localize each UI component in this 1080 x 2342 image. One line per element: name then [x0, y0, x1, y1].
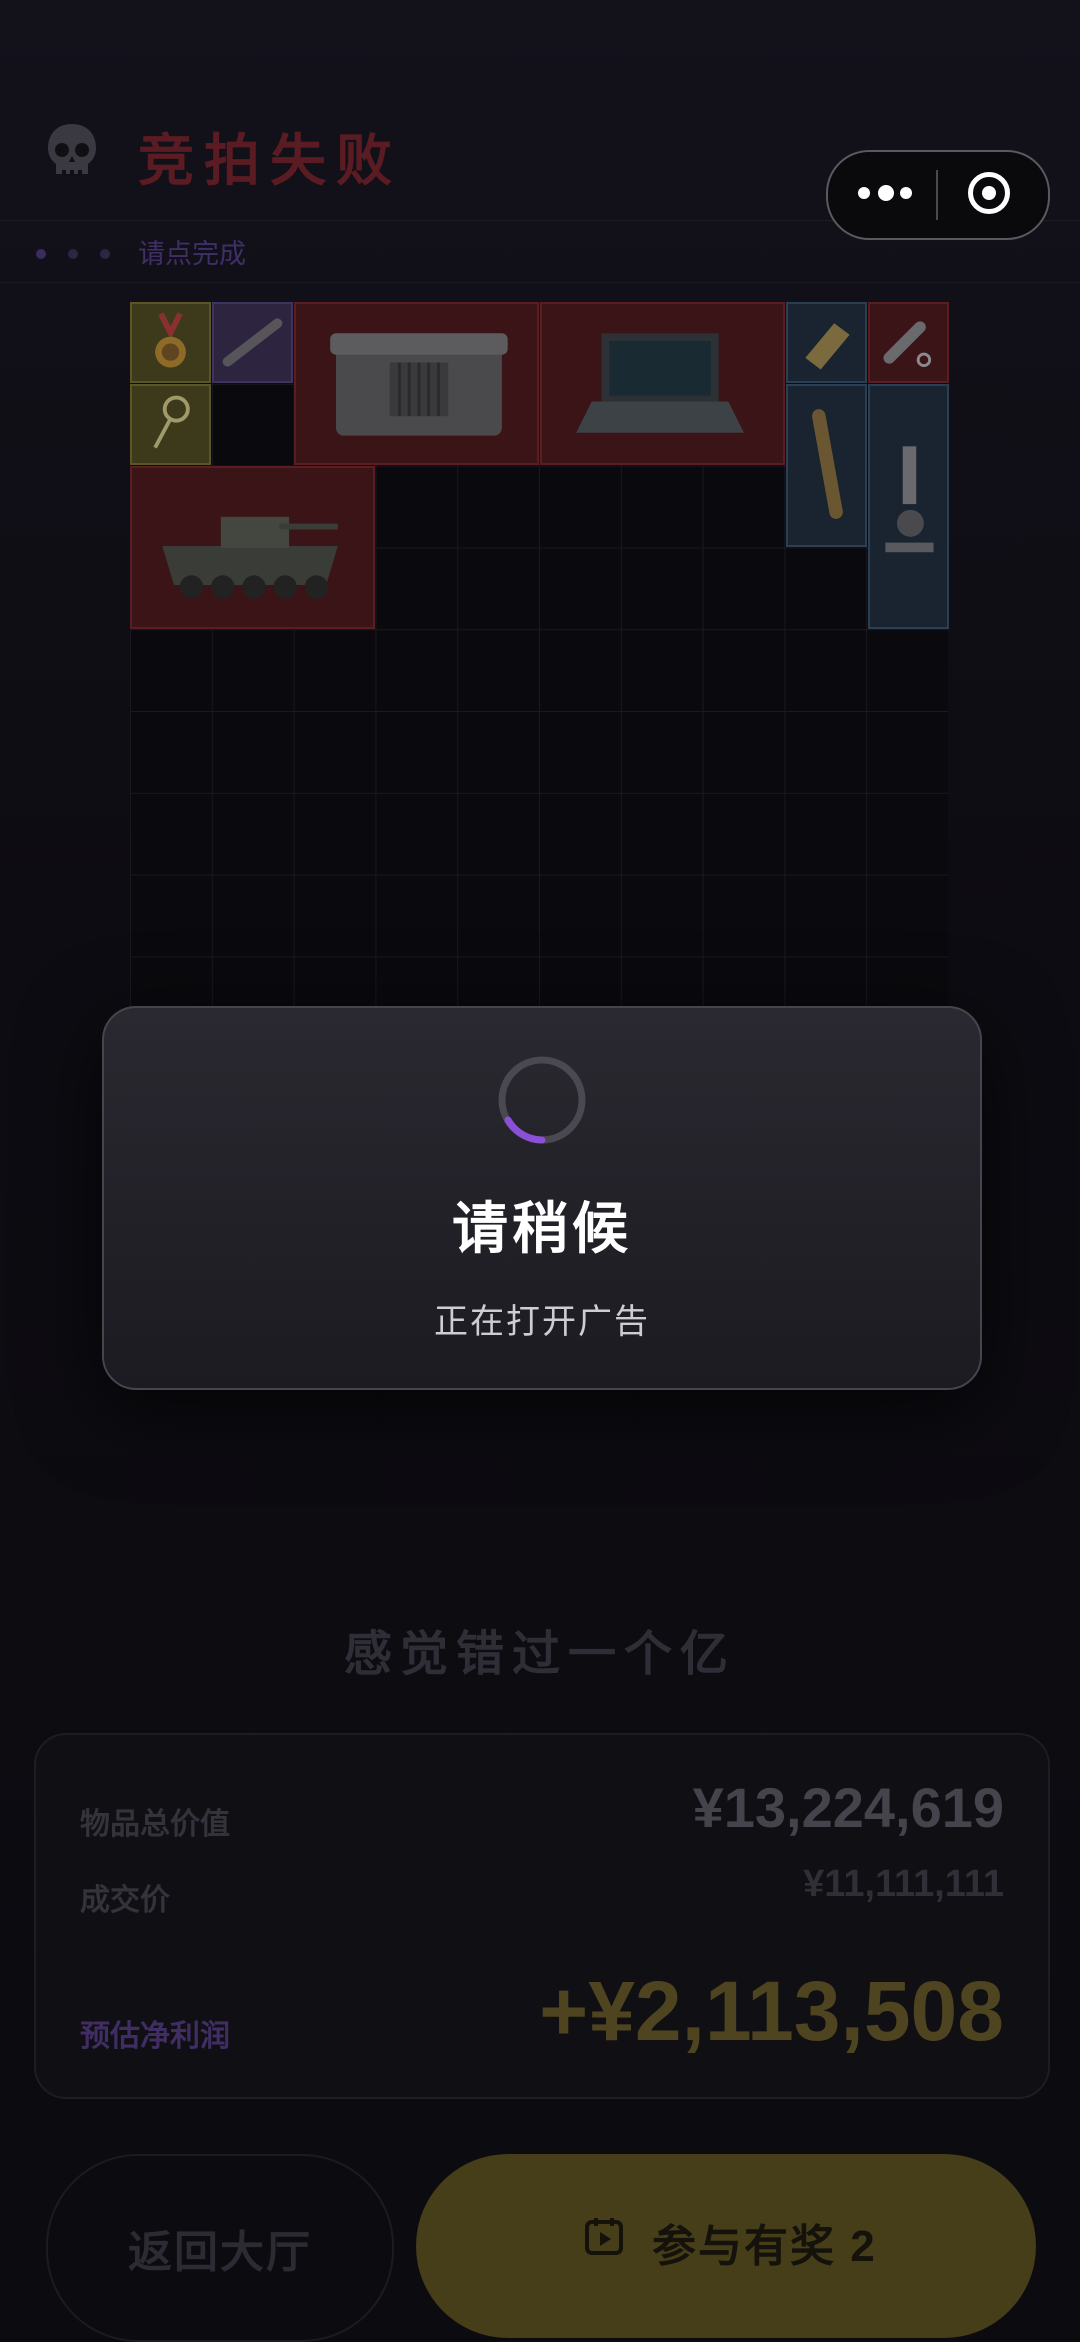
gold-bar-item[interactable] [786, 302, 867, 383]
loading-subtitle: 正在打开广告 [434, 1303, 650, 1341]
profit-value: +¥2,113,508 [539, 1964, 1004, 2058]
loading-title: 请稍候 [452, 1197, 632, 1260]
calendar-play-icon [585, 2218, 623, 2255]
deal-price-label: 成交价 [80, 1884, 170, 1917]
rifle-scope-item[interactable] [212, 302, 293, 383]
page-title: 竞拍失败 [138, 129, 402, 192]
mini-program-capsule [826, 150, 1050, 240]
capsule-divider [936, 170, 938, 220]
more-dots-icon[interactable] [858, 178, 918, 208]
total-value-label: 物品总价值 [80, 1808, 230, 1841]
step-dots [36, 246, 132, 264]
join-button-label: 参与有奖 2 [652, 2222, 877, 2271]
target-circle-icon[interactable] [968, 172, 1010, 214]
key-item[interactable] [130, 384, 211, 465]
inventory-grid [130, 302, 949, 1010]
microscope-item[interactable] [868, 384, 949, 629]
flashlight-item[interactable] [868, 302, 949, 383]
armored-vehicle-item[interactable] [130, 466, 375, 629]
scroll-tube-item[interactable] [786, 384, 867, 547]
slogan-text: 感觉错过一个亿 [343, 1628, 736, 1681]
loading-dialog: 请稍候 正在打开广告 [102, 1006, 982, 1390]
rugged-laptop-item[interactable] [540, 302, 785, 465]
skull-icon [48, 124, 96, 176]
profit-label: 预估净利润 [80, 2020, 230, 2053]
back-button-label: 返回大厅 [128, 2228, 312, 2277]
back-to-lobby-button[interactable]: 返回大厅 [46, 2154, 394, 2342]
hint-text: 请点完成 [138, 239, 246, 269]
result-summary-card: 物品总价值 ¥13,224,619 成交价 ¥11,111,111 预估净利润 … [34, 1733, 1050, 2099]
military-crate-item[interactable] [294, 302, 539, 465]
loading-spinner-icon [498, 1056, 586, 1144]
join-reward-button[interactable]: 参与有奖 2 [416, 2154, 1036, 2338]
medal-item[interactable] [130, 302, 211, 383]
deal-price-value: ¥11,111,111 [803, 1863, 1004, 1905]
total-value: ¥13,224,619 [692, 1776, 1004, 1839]
